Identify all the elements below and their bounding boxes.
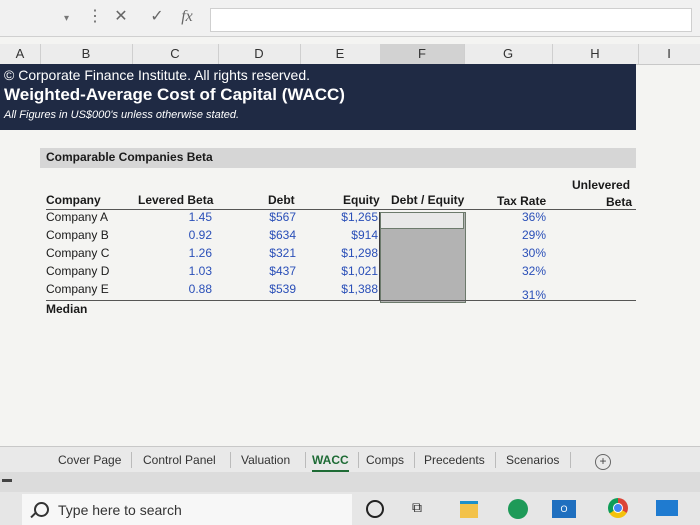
enter-icon[interactable]: ✓: [146, 6, 168, 28]
column-header-e[interactable]: E: [300, 44, 381, 64]
search-icon: [34, 502, 49, 517]
debt-value[interactable]: $634: [240, 226, 296, 244]
levered-beta-value[interactable]: 1.03: [150, 262, 212, 280]
header-debt: Debt: [268, 193, 295, 207]
levered-beta-value[interactable]: 0.92: [150, 226, 212, 244]
tax-rate-value[interactable]: 30%: [490, 244, 546, 262]
column-header-g[interactable]: G: [464, 44, 553, 64]
header-beta: Beta: [606, 195, 633, 209]
section-title: Comparable Companies Beta: [46, 150, 213, 164]
search-placeholder: Type here to search: [58, 502, 182, 518]
windows-taskbar: Type here to search ⧉ O: [0, 492, 700, 525]
column-header-b[interactable]: B: [40, 44, 133, 64]
formula-bar: ▾ ⋮ ✕ ✓ fx: [0, 0, 700, 37]
company-name[interactable]: Company B: [46, 226, 109, 244]
levered-beta-value[interactable]: 1.45: [150, 208, 212, 226]
column-header-d[interactable]: D: [218, 44, 301, 64]
equity-value[interactable]: $914: [320, 226, 378, 244]
page-subtitle: All Figures in US$000's unless otherwise…: [4, 109, 240, 121]
tab-separator: [570, 452, 571, 468]
tab-separator: [495, 452, 496, 468]
equity-value[interactable]: $1,388: [320, 280, 378, 298]
column-header-c[interactable]: C: [132, 44, 219, 64]
header-levered-beta: Levered Beta: [138, 193, 214, 207]
table-bottom-border: [46, 300, 636, 301]
photos-icon[interactable]: [656, 500, 678, 516]
status-macro-icon[interactable]: ▬: [2, 474, 12, 485]
tab-precedents[interactable]: Precedents: [424, 450, 485, 470]
excel-window: ▾ ⋮ ✕ ✓ fx A B C D E F G H I © Corporate…: [0, 0, 700, 525]
add-sheet-icon[interactable]: +: [595, 454, 611, 470]
section-band: Comparable Companies Beta: [40, 148, 636, 168]
more-options-icon[interactable]: ⋮: [84, 6, 106, 28]
tab-wacc[interactable]: WACC: [312, 450, 349, 472]
column-header-f[interactable]: F: [380, 44, 465, 64]
page-title: Weighted-Average Cost of Capital (WACC): [4, 85, 345, 104]
column-headers: A B C D E F G H I: [0, 44, 700, 65]
name-box-dropdown-icon[interactable]: ▾: [64, 8, 78, 30]
header-tax-rate: Tax Rate: [497, 194, 547, 208]
tab-cover-page[interactable]: Cover Page: [58, 450, 121, 470]
header-equity: Equity: [343, 193, 380, 207]
company-name[interactable]: Company A: [46, 208, 108, 226]
tab-separator: [305, 452, 306, 468]
tab-control-panel[interactable]: Control Panel: [143, 450, 216, 470]
company-name[interactable]: Company D: [46, 262, 109, 280]
levered-beta-value[interactable]: 1.26: [150, 244, 212, 262]
insert-function-icon[interactable]: fx: [176, 6, 198, 28]
cancel-icon[interactable]: ✕: [110, 6, 132, 28]
levered-beta-value[interactable]: 0.88: [150, 280, 212, 298]
tab-scenarios[interactable]: Scenarios: [506, 450, 559, 470]
median-label[interactable]: Median: [46, 300, 87, 318]
company-name[interactable]: Company E: [46, 280, 109, 298]
column-header-i[interactable]: I: [638, 44, 700, 64]
file-explorer-icon[interactable]: [460, 501, 478, 518]
chrome-icon[interactable]: [608, 498, 628, 518]
column-header-a[interactable]: A: [0, 44, 41, 64]
status-bar: ▬: [0, 472, 700, 492]
tab-separator: [230, 452, 231, 468]
tab-comps[interactable]: Comps: [366, 450, 404, 470]
header-company: Company: [46, 193, 101, 207]
header-unlevered: Unlevered: [572, 178, 631, 192]
debt-value[interactable]: $539: [240, 280, 296, 298]
tab-separator: [131, 452, 132, 468]
debt-value[interactable]: $437: [240, 262, 296, 280]
column-header-h[interactable]: H: [552, 44, 639, 64]
sheet-tab-bar: Cover Page Control Panel Valuation WACC …: [0, 446, 700, 473]
cortana-icon[interactable]: [366, 500, 384, 518]
edge-browser-icon[interactable]: [508, 499, 528, 519]
tab-valuation[interactable]: Valuation: [241, 450, 290, 470]
tab-separator: [414, 452, 415, 468]
tax-rate-value[interactable]: 32%: [490, 262, 546, 280]
tab-separator: [358, 452, 359, 468]
debt-equity-active-cell[interactable]: [380, 212, 464, 229]
tax-rate-value[interactable]: 36%: [490, 208, 546, 226]
copyright-text: © Corporate Finance Institute. All right…: [4, 67, 311, 83]
outlook-icon[interactable]: O: [552, 500, 576, 518]
tax-rate-value[interactable]: 29%: [490, 226, 546, 244]
debt-value[interactable]: $321: [240, 244, 296, 262]
debt-value[interactable]: $567: [240, 208, 296, 226]
equity-value[interactable]: $1,265: [320, 208, 378, 226]
formula-input[interactable]: [210, 8, 692, 32]
equity-value[interactable]: $1,298: [320, 244, 378, 262]
task-view-icon[interactable]: ⧉: [412, 500, 432, 520]
tax-rate-value[interactable]: 31%: [490, 286, 546, 304]
taskbar-search-box[interactable]: Type here to search: [22, 494, 352, 525]
title-band: © Corporate Finance Institute. All right…: [0, 64, 636, 130]
header-debt-equity: Debt / Equity: [391, 193, 465, 207]
equity-value[interactable]: $1,021: [320, 262, 378, 280]
company-name[interactable]: Company C: [46, 244, 109, 262]
